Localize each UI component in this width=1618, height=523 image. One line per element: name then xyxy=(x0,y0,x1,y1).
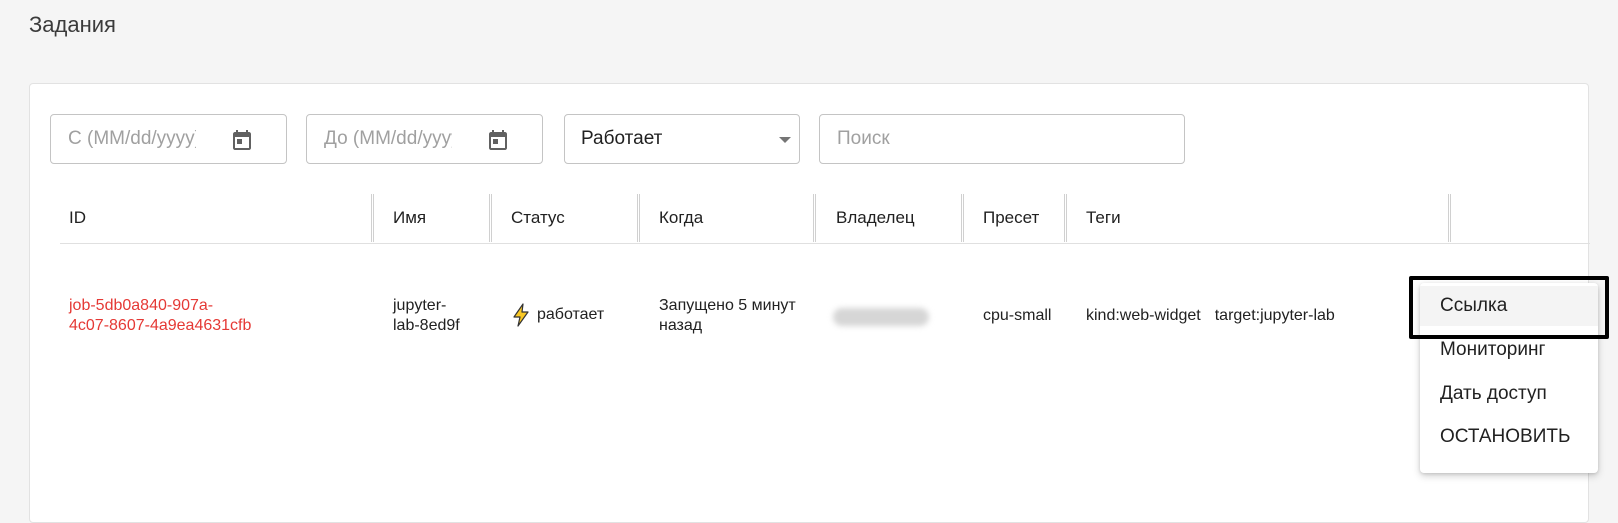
column-header-tags[interactable]: Теги xyxy=(1086,208,1121,228)
menu-item-link[interactable]: Ссылка xyxy=(1420,286,1598,326)
job-name: jupyter- lab-8ed9f xyxy=(393,296,460,336)
column-header-status[interactable]: Статус xyxy=(511,208,565,228)
caret-down-icon xyxy=(779,137,791,143)
menu-item-stop[interactable]: ОСТАНОВИТЬ xyxy=(1420,417,1598,457)
status-filter-value: Работает xyxy=(581,128,663,149)
jobs-card: С (MM/dd/yyyy) До (MM/dd/yyyy) Работает … xyxy=(29,83,1590,523)
tag-chip: kind:web-widget xyxy=(1086,307,1201,324)
job-when-line1: Запущено 5 минут xyxy=(659,297,796,314)
calendar-icon[interactable] xyxy=(230,128,254,152)
date-from-field[interactable]: С (MM/dd/yyyy) xyxy=(50,114,287,164)
row-actions-menu: Ссылка Мониторинг Дать доступ ОСТАНОВИТЬ xyxy=(1420,283,1598,473)
job-status-text: работает xyxy=(537,306,605,324)
job-id-link[interactable]: job-5db0a840-907a- 4c07-8607-4a9ea4631cf… xyxy=(69,296,251,336)
column-separator[interactable] xyxy=(961,194,964,242)
search-placeholder: Поиск xyxy=(837,128,890,149)
date-to-field[interactable]: До (MM/dd/yyyy) xyxy=(306,114,543,164)
owner-redacted xyxy=(833,308,929,326)
job-preset: cpu-small xyxy=(983,307,1052,324)
table-header: ID Имя Статус Когда Владелец Пресет Теги xyxy=(60,194,1590,244)
job-tags: kind:web-widget target:jupyter-lab xyxy=(1086,306,1349,326)
job-name-line1: jupyter- xyxy=(393,297,447,314)
job-id-line2[interactable]: 4c07-8607-4a9ea4631cfb xyxy=(69,316,251,336)
tag-chip: target:jupyter-lab xyxy=(1214,307,1335,324)
column-header-when[interactable]: Когда xyxy=(659,208,703,228)
date-from-placeholder: С (MM/dd/yyyy) xyxy=(68,128,196,149)
status-filter-select[interactable]: Работает xyxy=(564,114,800,164)
job-when: Запущено 5 минут назад xyxy=(659,296,796,336)
column-separator[interactable] xyxy=(813,194,816,242)
page-title: Задания xyxy=(29,12,116,37)
column-separator[interactable] xyxy=(1064,194,1067,242)
date-to-placeholder: До (MM/dd/yyyy) xyxy=(324,128,452,149)
job-status: работает xyxy=(511,303,604,327)
column-header-preset[interactable]: Пресет xyxy=(983,208,1039,228)
lightning-icon xyxy=(513,303,529,327)
column-separator[interactable] xyxy=(489,194,492,242)
column-header-id[interactable]: ID xyxy=(69,208,86,228)
job-when-line2: назад xyxy=(659,317,703,334)
table-row[interactable]: job-5db0a840-907a- 4c07-8607-4a9ea4631cf… xyxy=(60,244,1590,394)
column-separator[interactable] xyxy=(1448,194,1451,242)
calendar-icon[interactable] xyxy=(486,128,510,152)
menu-item-monitoring[interactable]: Мониторинг xyxy=(1420,330,1598,370)
job-name-line2: lab-8ed9f xyxy=(393,317,460,334)
column-header-name[interactable]: Имя xyxy=(393,208,426,228)
column-separator[interactable] xyxy=(371,194,374,242)
menu-item-share-access[interactable]: Дать доступ xyxy=(1420,374,1598,414)
job-id-line1[interactable]: job-5db0a840-907a- xyxy=(69,296,251,316)
column-separator[interactable] xyxy=(637,194,640,242)
search-input[interactable]: Поиск xyxy=(819,114,1185,164)
column-header-owner[interactable]: Владелец xyxy=(836,208,915,228)
